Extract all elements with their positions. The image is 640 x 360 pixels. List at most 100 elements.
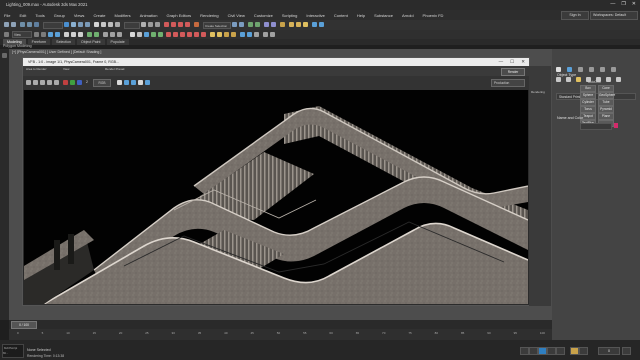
tool-icon-33[interactable] bbox=[270, 32, 275, 37]
tool-icon-7[interactable] bbox=[71, 32, 76, 37]
undo-icon[interactable] bbox=[4, 22, 9, 27]
vfb-tool-e-icon[interactable] bbox=[145, 80, 150, 85]
box-button[interactable]: Box bbox=[580, 85, 596, 92]
set-key-icon[interactable] bbox=[570, 347, 579, 355]
snaps-toggle-icon[interactable] bbox=[164, 22, 169, 27]
pivot-icon[interactable] bbox=[141, 22, 146, 27]
reference-coordinate-dropdown[interactable] bbox=[124, 22, 140, 29]
autogrid-label[interactable]: AutoGrid bbox=[588, 80, 601, 84]
rendered-image[interactable] bbox=[24, 90, 528, 304]
angle-snap-icon[interactable] bbox=[171, 22, 176, 27]
menu-content[interactable]: Content bbox=[334, 13, 348, 18]
channel-dropdown[interactable]: RGB bbox=[93, 79, 111, 87]
motion-tab-icon[interactable] bbox=[589, 67, 594, 72]
view-dropdown[interactable]: View bbox=[12, 31, 32, 38]
percent-snap-icon[interactable] bbox=[178, 22, 183, 27]
tube-button[interactable]: Tube bbox=[598, 99, 614, 106]
menu-rendering[interactable]: Rendering bbox=[200, 13, 218, 18]
vfb-tool-d-icon[interactable] bbox=[138, 80, 143, 85]
vfb-close-button[interactable]: ✕ bbox=[521, 59, 525, 65]
window-crossing-icon[interactable] bbox=[85, 22, 90, 27]
primitive-type-dropdown[interactable]: Standard Primitives bbox=[556, 93, 636, 100]
vfb-clear-icon[interactable] bbox=[54, 80, 59, 85]
modify-tab-icon[interactable] bbox=[567, 67, 572, 72]
a360-icon[interactable] bbox=[319, 22, 324, 27]
menu-graph-editors[interactable]: Graph Editors bbox=[166, 13, 191, 18]
menu-views[interactable]: Views bbox=[74, 13, 85, 18]
select-icon[interactable] bbox=[64, 22, 69, 27]
torus-button[interactable]: Torus bbox=[580, 106, 596, 113]
vfb-minimize-button[interactable]: — bbox=[499, 59, 504, 65]
menu-create[interactable]: Create bbox=[93, 13, 105, 18]
menu-substance[interactable]: Substance bbox=[374, 13, 393, 18]
menu-modifiers[interactable]: Modifiers bbox=[114, 13, 130, 18]
menu-arnold[interactable]: Arnold bbox=[402, 13, 414, 18]
scene-explorer-icon[interactable] bbox=[2, 53, 7, 58]
menu-edit[interactable]: Edit bbox=[19, 13, 26, 18]
tool-icon-1[interactable] bbox=[4, 32, 9, 37]
vfb-tool-b-icon[interactable] bbox=[124, 80, 129, 85]
vfb-copy-icon[interactable] bbox=[33, 80, 38, 85]
menu-civil-view[interactable]: Civil View bbox=[228, 13, 245, 18]
color-swatch[interactable] bbox=[614, 123, 618, 128]
production-dropdown[interactable]: Production bbox=[491, 79, 525, 87]
tool-icon-8[interactable] bbox=[78, 32, 83, 37]
track-bar[interactable]: 0 5 10 15 20 25 30 35 40 45 50 55 60 65 … bbox=[9, 329, 552, 340]
viewport-label[interactable]: [+] [PhysCamera001] [ User Defined ] [De… bbox=[12, 50, 101, 54]
tool-icon-23[interactable] bbox=[194, 32, 199, 37]
select-by-name-icon[interactable] bbox=[71, 22, 76, 27]
lights-icon[interactable] bbox=[576, 77, 581, 82]
menu-animation[interactable]: Animation bbox=[140, 13, 158, 18]
unlink-icon[interactable] bbox=[27, 22, 32, 27]
tool-icon-19[interactable] bbox=[166, 32, 171, 37]
tab-populate[interactable]: Populate bbox=[106, 39, 129, 45]
tool-icon-3[interactable] bbox=[41, 32, 46, 37]
place-icon[interactable] bbox=[115, 22, 120, 27]
selection-filter-dropdown[interactable] bbox=[43, 22, 63, 29]
vfb-tool-c-icon[interactable] bbox=[131, 80, 136, 85]
tab-object-paint[interactable]: Object Paint bbox=[76, 39, 105, 45]
rendered-frame-window-icon[interactable] bbox=[296, 22, 301, 27]
mirror-icon[interactable] bbox=[232, 22, 237, 27]
material-editor-icon[interactable] bbox=[280, 22, 285, 27]
time-slider-thumb[interactable]: 0 / 100 bbox=[11, 321, 37, 329]
current-frame-field[interactable]: 0 bbox=[598, 347, 620, 355]
redo-icon[interactable] bbox=[11, 22, 16, 27]
geometry-icon[interactable] bbox=[556, 77, 561, 82]
cone-button[interactable]: Cone bbox=[598, 85, 614, 92]
menu-scripting[interactable]: Scripting bbox=[282, 13, 298, 18]
tool-icon-31[interactable] bbox=[254, 32, 259, 37]
tool-icon-15[interactable] bbox=[137, 32, 142, 37]
time-config-icon[interactable] bbox=[622, 347, 631, 355]
create-selection-set-dropdown[interactable]: Create Selection Se bbox=[203, 22, 231, 33]
cylinder-button[interactable]: Cylinder bbox=[580, 99, 596, 106]
prev-frame-button[interactable] bbox=[529, 347, 538, 355]
tool-icon-5[interactable] bbox=[55, 32, 60, 37]
move-icon[interactable] bbox=[94, 22, 99, 27]
render-icon[interactable] bbox=[303, 22, 308, 27]
render-setup-icon[interactable] bbox=[289, 22, 294, 27]
tool-icon-10[interactable] bbox=[94, 32, 99, 37]
next-frame-button[interactable] bbox=[547, 347, 556, 355]
rotate-icon[interactable] bbox=[101, 22, 106, 27]
tool-icon-6[interactable] bbox=[64, 32, 69, 37]
green-channel-icon[interactable] bbox=[70, 80, 75, 85]
key-filters-icon[interactable] bbox=[579, 347, 588, 355]
tool-icon-17[interactable] bbox=[151, 32, 156, 37]
menu-interactive[interactable]: Interactive bbox=[306, 13, 324, 18]
tool-icon-9[interactable] bbox=[87, 32, 92, 37]
render-button[interactable]: Render bbox=[501, 68, 525, 76]
rect-selection-icon[interactable] bbox=[78, 22, 83, 27]
tool-icon-20[interactable] bbox=[173, 32, 178, 37]
vfb-maximize-button[interactable]: ☐ bbox=[510, 59, 514, 65]
shapes-icon[interactable] bbox=[566, 77, 571, 82]
menu-group[interactable]: Group bbox=[54, 13, 65, 18]
menu-customize[interactable]: Customize bbox=[254, 13, 273, 18]
geosphere-button[interactable]: GeoSphere bbox=[598, 92, 615, 99]
menu-tools[interactable]: Tools bbox=[35, 13, 44, 18]
tool-icon-29[interactable] bbox=[240, 32, 245, 37]
goto-start-button[interactable] bbox=[520, 347, 529, 355]
tool-icon-18[interactable] bbox=[158, 32, 163, 37]
blue-channel-icon[interactable] bbox=[77, 80, 82, 85]
maximize-button[interactable]: ❐ bbox=[621, 1, 625, 7]
